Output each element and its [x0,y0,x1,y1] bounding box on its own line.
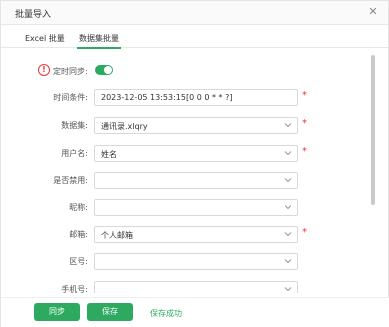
chevron-down-icon [284,178,292,183]
close-icon[interactable]: ✕ [367,6,379,18]
form-row-email: 邮箱: 个人邮箱 * [1,226,371,243]
time-condition-label: 时间条件: [53,93,88,102]
chevron-down-icon [284,123,292,128]
sync-button[interactable]: 同步 [34,303,80,321]
time-condition-value: 2023-12-05 13:53:15[0 0 0 * * ?] [101,93,233,102]
save-button[interactable]: 保存 [87,303,133,321]
dataset-select[interactable]: 通讯录.xlqry [94,117,298,134]
chevron-down-icon [284,232,292,237]
area-code-label: 区号: [69,257,88,266]
phone-select[interactable] [94,281,298,293]
form-scrollbar[interactable] [371,55,375,205]
form-row-dataset: 数据集: 通讯录.xlqry * [1,117,371,134]
required-mark: * [302,146,307,157]
dialog-title: 批量导入 [15,10,52,20]
email-value: 个人邮箱 [101,231,133,240]
form-row-username: 用户名: 姓名 * [1,145,371,162]
dataset-label: 数据集: [61,121,88,130]
email-label: 邮箱: [69,230,88,239]
batch-import-dialog: 批量导入 ✕ Excel 批量 数据集批量 ! 定时同步: 时间条件: 2023… [0,0,389,327]
username-label: 用户名: [61,149,88,158]
dataset-value: 通讯录.xlqry [101,122,148,131]
disabled-label: 是否禁用: [53,176,88,185]
form-row-disabled: 是否禁用: [1,172,371,189]
info-icon: ! [38,64,50,76]
sync-label: 定时同步: [53,67,88,76]
sync-toggle[interactable] [95,65,113,75]
nickname-select[interactable] [94,199,298,216]
dialog-titlebar: 批量导入 ✕ [1,1,388,25]
chevron-down-icon [284,151,292,156]
required-mark: * [302,227,307,238]
dialog-footer: 同步 保存 保存成功 [1,297,389,327]
form-row-area-code: 区号: [1,253,371,270]
required-mark: * [302,90,307,101]
tab-dataset-batch[interactable]: 数据集批量 [77,33,121,49]
chevron-down-icon [284,205,292,210]
required-mark: * [302,118,307,129]
chevron-down-icon [284,259,292,264]
username-select[interactable]: 姓名 [94,145,298,162]
tab-bar: Excel 批量 数据集批量 [1,33,389,49]
email-select[interactable]: 个人邮箱 [94,226,298,243]
area-code-select[interactable] [94,253,298,270]
tab-excel-batch[interactable]: Excel 批量 [25,33,65,48]
form-row-phone: 手机号: [1,281,371,293]
form-row-nickname: 昵称: [1,199,371,216]
import-form: ! 定时同步: 时间条件: 2023-12-05 13:53:15[0 0 0 … [1,55,371,293]
save-status-message: 保存成功 [150,309,182,318]
form-row-time-condition: 时间条件: 2023-12-05 13:53:15[0 0 0 * * ?] * [1,89,371,106]
phone-label: 手机号: [61,285,88,293]
chevron-down-icon [284,287,292,292]
time-condition-input[interactable]: 2023-12-05 13:53:15[0 0 0 * * ?] [94,89,298,106]
disabled-select[interactable] [94,172,298,189]
username-value: 姓名 [101,150,117,159]
nickname-label: 昵称: [69,203,88,212]
sync-row: ! 定时同步: [1,63,371,80]
